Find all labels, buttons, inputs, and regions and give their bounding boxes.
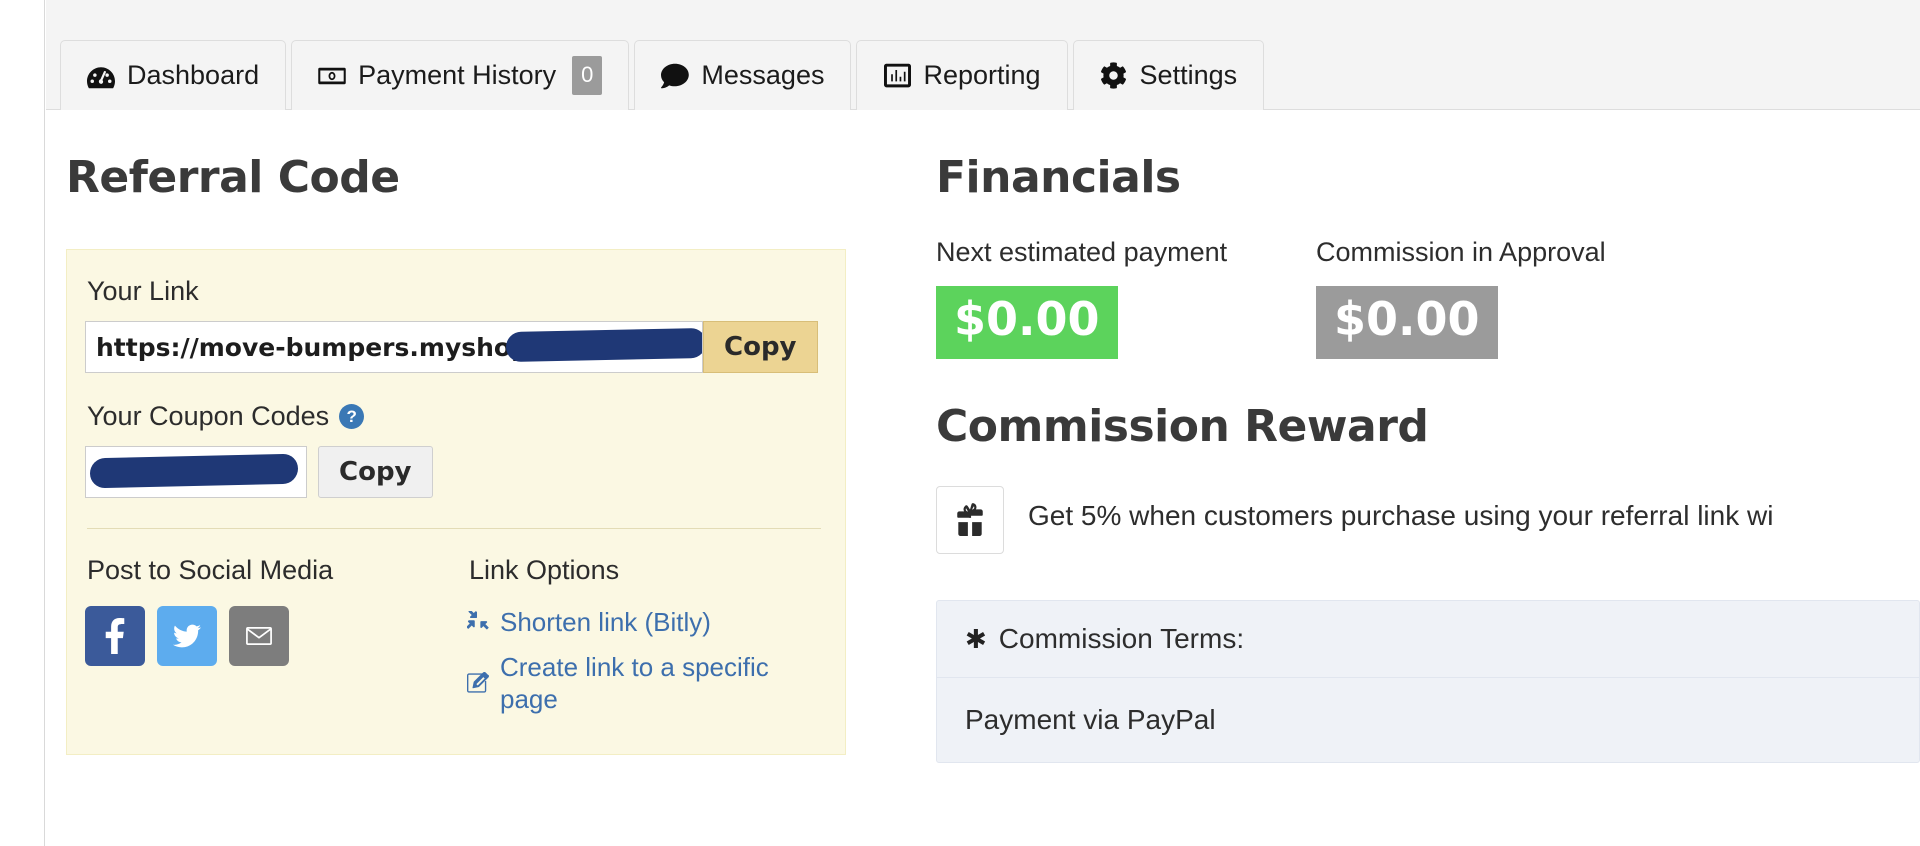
twitter-icon: [171, 622, 203, 650]
tab-label: Settings: [1140, 62, 1238, 89]
commission-in-approval-card: Commission in Approval $0.00: [1316, 237, 1696, 359]
page-title: Referral Code: [66, 152, 901, 203]
your-link-label: Your Link: [87, 276, 823, 307]
your-link-label-text: Your Link: [87, 276, 199, 307]
create-specific-page-link-option[interactable]: Create link to a specific page: [467, 651, 823, 716]
coupon-code-input[interactable]: [85, 446, 307, 498]
dashboard-content: Referral Code Your Link https://move-bum…: [46, 110, 1920, 763]
compress-icon: [467, 611, 489, 633]
tab-payment-history[interactable]: Payment History 0: [291, 40, 629, 110]
coupon-codes-label: Your Coupon Codes ?: [87, 401, 823, 432]
comment-icon: [661, 62, 689, 90]
main-tab-bar: Dashboard Payment History 0 Messages: [46, 0, 1920, 110]
page-left-gutter: [0, 0, 45, 846]
tab-label: Payment History: [358, 62, 556, 89]
commission-terms-header-text: Commission Terms:: [999, 623, 1244, 655]
coupon-help-icon[interactable]: ?: [339, 404, 364, 429]
tab-label: Dashboard: [127, 62, 259, 89]
next-estimated-payment-label: Next estimated payment: [936, 237, 1316, 268]
pencil-square-icon: [467, 672, 489, 694]
financials-title: Financials: [936, 152, 1920, 203]
link-options-section: Link Options Shorten link (Bitly): [467, 555, 823, 728]
panel-lower-grid: Post to Social Media: [85, 555, 823, 728]
coupon-codes-label-text: Your Coupon Codes: [87, 401, 329, 432]
asterisk-icon: ✱: [965, 626, 987, 652]
commission-terms-header: ✱ Commission Terms:: [937, 601, 1919, 678]
coupon-redaction-mark: [90, 454, 298, 489]
commission-reward-text: Get 5% when customers purchase using you…: [1028, 486, 1773, 534]
referral-column: Referral Code Your Link https://move-bum…: [46, 110, 901, 763]
shorten-link-label: Shorten link (Bitly): [500, 606, 711, 639]
tab-label: Messages: [701, 62, 824, 89]
commission-terms-panel: ✱ Commission Terms: Payment via PayPal: [936, 600, 1920, 763]
gift-icon-box: [936, 486, 1004, 554]
gear-icon: [1100, 62, 1128, 90]
panel-divider: [87, 528, 821, 529]
email-share-button[interactable]: [229, 606, 289, 666]
tab-reporting[interactable]: Reporting: [856, 40, 1067, 110]
gift-icon: [953, 503, 987, 537]
coupon-input-row: Copy: [85, 446, 823, 498]
commission-reward-row: Get 5% when customers purchase using you…: [936, 486, 1920, 554]
tab-label: Reporting: [923, 62, 1040, 89]
commission-in-approval-label: Commission in Approval: [1316, 237, 1696, 268]
affiliate-dashboard-app: Dashboard Payment History 0 Messages: [46, 0, 1920, 846]
link-redaction-mark: [506, 328, 703, 362]
link-input-row: https://move-bumpers.myshopify.com/ Copy: [85, 321, 823, 373]
create-specific-page-label: Create link to a specific page: [500, 651, 823, 716]
dashboard-icon: [87, 62, 115, 90]
referral-link-input[interactable]: https://move-bumpers.myshopify.com/: [85, 321, 703, 373]
screen: Dashboard Payment History 0 Messages: [0, 0, 1920, 846]
next-estimated-payment-card: Next estimated payment $0.00: [936, 237, 1316, 359]
facebook-share-button[interactable]: [85, 606, 145, 666]
tab-dashboard[interactable]: Dashboard: [60, 40, 286, 110]
referral-panel: Your Link https://move-bumpers.myshopify…: [66, 249, 846, 755]
tab-settings[interactable]: Settings: [1073, 40, 1265, 110]
post-to-social-media-label: Post to Social Media: [87, 555, 467, 586]
next-estimated-payment-value: $0.00: [936, 286, 1118, 359]
financials-row: Next estimated payment $0.00 Commission …: [936, 237, 1920, 359]
copy-link-button[interactable]: Copy: [703, 321, 818, 373]
money-bill-icon: [318, 62, 346, 90]
payment-history-badge: 0: [572, 56, 602, 95]
financials-column: Financials Next estimated payment $0.00 …: [901, 110, 1920, 763]
commission-reward-title: Commission Reward: [936, 401, 1920, 452]
envelope-icon: [243, 623, 275, 649]
link-options-label: Link Options: [469, 555, 823, 586]
commission-terms-body: Payment via PayPal: [937, 678, 1919, 762]
social-buttons-row: [85, 606, 467, 666]
tab-messages[interactable]: Messages: [634, 40, 851, 110]
commission-in-approval-value: $0.00: [1316, 286, 1498, 359]
facebook-icon: [105, 618, 125, 654]
shorten-link-option[interactable]: Shorten link (Bitly): [467, 606, 823, 639]
twitter-share-button[interactable]: [157, 606, 217, 666]
copy-coupon-button[interactable]: Copy: [318, 446, 433, 498]
social-media-section: Post to Social Media: [85, 555, 467, 728]
chart-bar-icon: [883, 62, 911, 90]
